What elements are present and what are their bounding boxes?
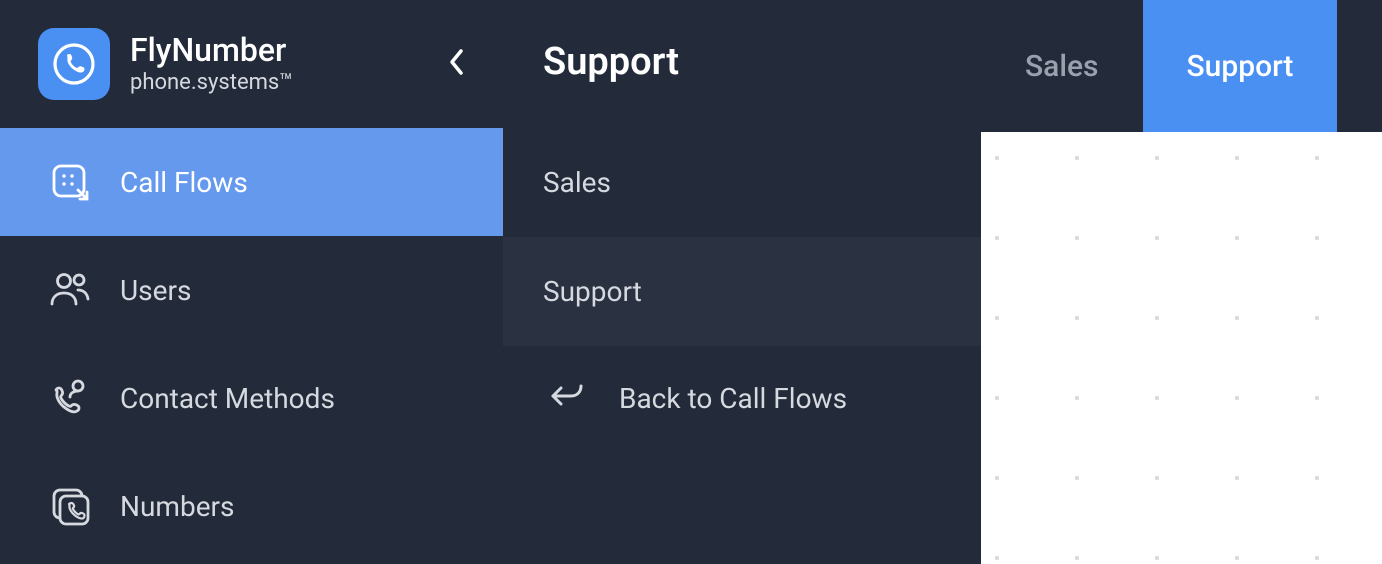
phone-icon xyxy=(52,42,96,86)
tab-support[interactable]: Support xyxy=(1143,0,1338,132)
panel-back-label: Back to Call Flows xyxy=(619,382,847,415)
panel-item-support[interactable]: Support xyxy=(503,237,981,346)
main-area: Sales Support xyxy=(981,0,1382,564)
call-flows-icon xyxy=(48,160,92,204)
users-icon xyxy=(48,268,92,312)
brand-title: FlyNumber xyxy=(130,33,419,68)
panel-item-label: Support xyxy=(543,275,642,308)
panel-item-sales[interactable]: Sales xyxy=(503,128,981,237)
sidebar-item-label: Users xyxy=(120,274,191,307)
panel-back-button[interactable]: Back to Call Flows xyxy=(503,346,981,450)
sidebar-item-users[interactable]: Users xyxy=(0,236,503,344)
sidebar-item-label: Numbers xyxy=(120,490,234,523)
tab-label: Sales xyxy=(1025,49,1099,84)
brand-subtitle: phone.systems™ xyxy=(130,70,419,95)
primary-sidebar: FlyNumber phone.systems™ xyxy=(0,0,503,564)
tab-label: Support xyxy=(1187,49,1294,84)
sidebar-item-label: Call Flows xyxy=(120,166,248,199)
topbar-edge xyxy=(1337,0,1382,132)
sidebar-item-label: Contact Methods xyxy=(120,382,335,415)
back-arrow-icon xyxy=(549,380,585,416)
primary-nav: Call Flows Users xyxy=(0,128,503,560)
panel-title: Support xyxy=(543,40,981,84)
sidebar-item-call-flows[interactable]: Call Flows xyxy=(0,128,503,236)
tab-sales[interactable]: Sales xyxy=(981,0,1143,132)
contact-methods-icon xyxy=(48,376,92,420)
numbers-icon xyxy=(48,484,92,528)
topbar: Sales Support xyxy=(981,0,1382,132)
flow-canvas[interactable] xyxy=(981,132,1382,564)
brand-text: FlyNumber phone.systems™ xyxy=(130,33,419,95)
collapse-sidebar-button[interactable] xyxy=(439,39,473,89)
panel-header: Support xyxy=(503,0,981,128)
brand-logo xyxy=(38,28,110,100)
secondary-panel: Support Sales Support Back to Call Flows xyxy=(503,0,981,564)
panel-item-label: Sales xyxy=(543,166,611,199)
brand-row: FlyNumber phone.systems™ xyxy=(0,0,503,128)
sidebar-item-numbers[interactable]: Numbers xyxy=(0,452,503,560)
sidebar-item-contact-methods[interactable]: Contact Methods xyxy=(0,344,503,452)
chevron-left-icon xyxy=(447,47,465,77)
